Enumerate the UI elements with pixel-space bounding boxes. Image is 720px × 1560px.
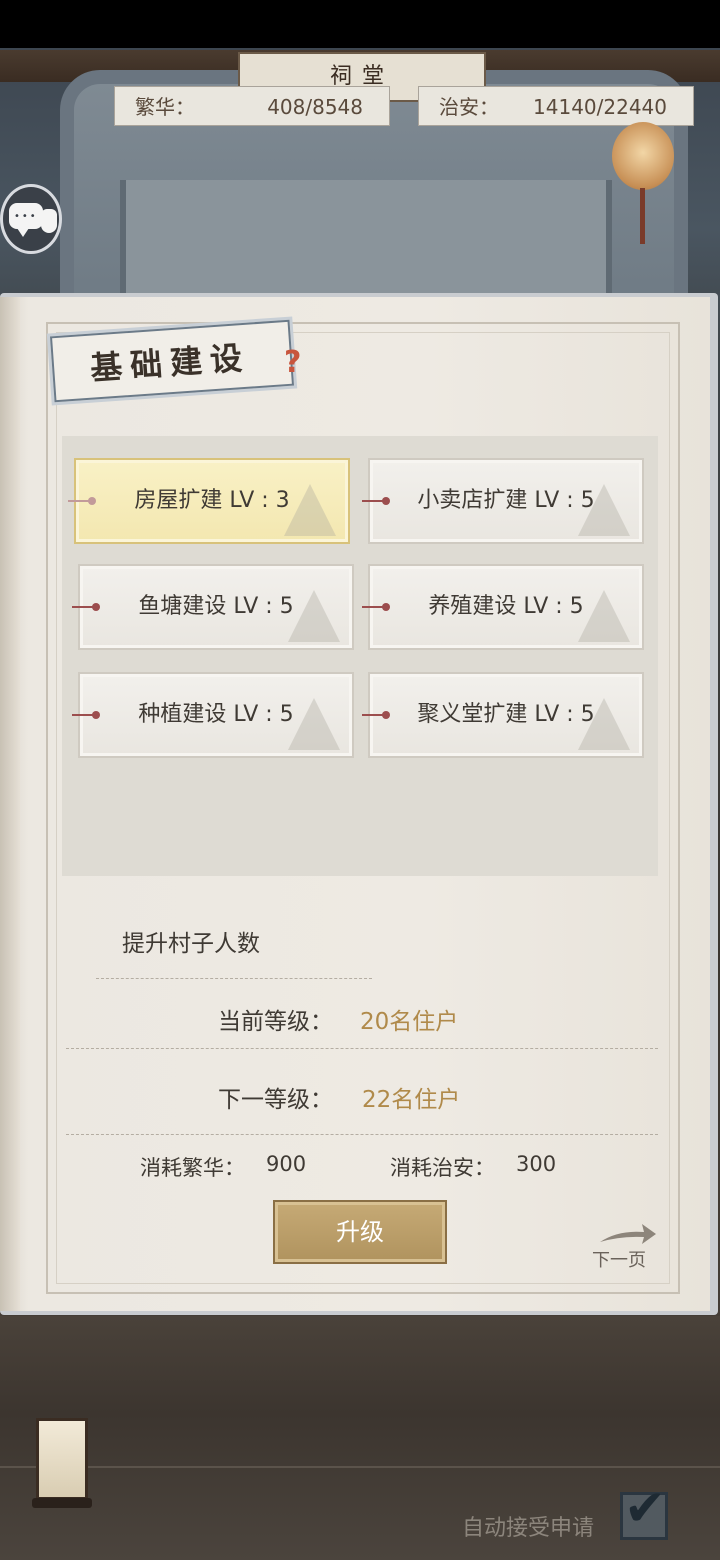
divider: [96, 978, 372, 979]
cost-prosperity-label: 消耗繁华：: [140, 1156, 245, 1180]
upgrade-title: 提升村子人数: [122, 931, 260, 957]
cost-prosperity-value: 900: [266, 1152, 307, 1176]
cost-security-value: 300: [516, 1152, 557, 1176]
next-page-link[interactable]: 下一页: [592, 1246, 646, 1272]
upgrade-button[interactable]: 升级: [273, 1200, 447, 1264]
prosperity-stat: 繁华： 408/8548: [114, 86, 390, 126]
building-tile-hall[interactable]: 聚义堂扩建 LV : 5: [362, 672, 644, 758]
floor-lamp-icon: [36, 1418, 88, 1500]
building-name: 鱼塘建设 LV : 5: [138, 594, 294, 619]
security-value: 14140/22440: [533, 95, 667, 119]
chat-button[interactable]: •••: [0, 184, 62, 254]
next-page-arrow-icon[interactable]: [598, 1222, 658, 1246]
prosperity-value: 408/8548: [267, 95, 363, 119]
divider: [66, 1134, 658, 1135]
building-name: 聚义堂扩建 LV : 5: [417, 702, 595, 727]
next-level-value: 22名住户: [362, 1087, 461, 1113]
auto-accept-label: 自动接受申请: [462, 1516, 595, 1541]
lantern-icon: [612, 122, 674, 190]
book-spine: [0, 297, 20, 1311]
lantern-tassel: [640, 188, 645, 244]
building-tile-fishpond[interactable]: 鱼塘建设 LV : 5: [72, 564, 354, 650]
cost-security-label: 消耗治安：: [390, 1156, 495, 1180]
floor-line: [0, 1466, 720, 1468]
building-name: 种植建设 LV : 5: [138, 702, 294, 727]
floor: [0, 1316, 720, 1560]
building-tile-livestock[interactable]: 养殖建设 LV : 5: [362, 564, 644, 650]
checkmark-icon: ✔: [624, 1479, 666, 1537]
divider: [66, 1048, 658, 1049]
building-tile-house[interactable]: 房屋扩建 LV : 3: [68, 458, 350, 544]
current-level-value: 20名住户: [360, 1009, 459, 1035]
building-tile-planting[interactable]: 种植建设 LV : 5: [72, 672, 354, 758]
building-name: 小卖店扩建 LV : 5: [417, 488, 595, 513]
help-knot-icon[interactable]: ?: [284, 344, 302, 382]
next-level-label: 下一等级：: [218, 1087, 333, 1113]
security-label: 治安：: [439, 95, 499, 119]
building-tile-shop[interactable]: 小卖店扩建 LV : 5: [362, 458, 644, 544]
current-level-label: 当前等级：: [218, 1009, 333, 1035]
hall-interior: [120, 180, 612, 310]
prosperity-label: 繁华：: [135, 95, 195, 119]
building-name: 房屋扩建 LV : 3: [134, 488, 290, 513]
status-bar: [0, 0, 720, 48]
lamp-base: [32, 1498, 92, 1508]
bottle-icon: [41, 209, 57, 233]
security-stat: 治安： 14140/22440: [418, 86, 694, 126]
building-name: 养殖建设 LV : 5: [428, 594, 584, 619]
